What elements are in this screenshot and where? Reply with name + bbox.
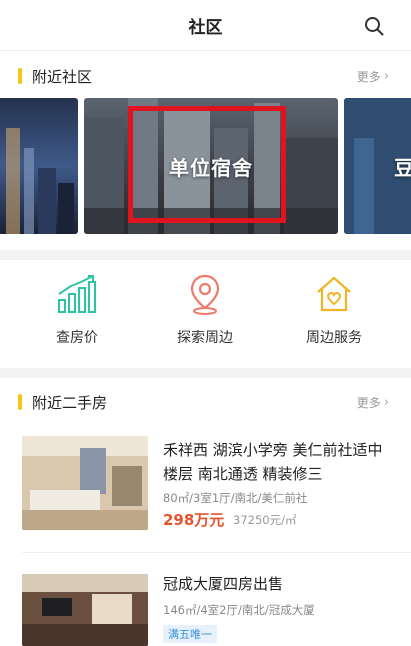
section-divider xyxy=(0,368,411,378)
more-label: 更多 xyxy=(356,395,381,410)
community-card[interactable] xyxy=(0,98,78,234)
chevron-right-icon: › xyxy=(383,394,389,410)
nearby-community-title: 附近社区 xyxy=(32,67,93,86)
listing-title: 禾祥西 湖滨小学旁 美仁前社适中楼层 南北通透 精装修三 xyxy=(163,441,383,483)
header-divider xyxy=(0,50,411,51)
nearby-secondhand-header: 附近二手房 更多 › xyxy=(0,382,411,422)
house-heart-icon xyxy=(317,276,351,312)
quick-links: 查房价 探索周边 周边服务 xyxy=(0,272,411,362)
living-room-image xyxy=(22,436,148,530)
quick-link-services[interactable]: 周边服务 xyxy=(274,272,394,347)
nearby-community-header: 附近社区 更多 › xyxy=(0,56,411,96)
section-accent-bar xyxy=(18,394,22,410)
listing-divider xyxy=(22,552,411,553)
quick-link-label: 探索周边 xyxy=(177,330,233,346)
more-label: 更多 xyxy=(356,69,381,84)
map-pin-icon xyxy=(190,274,220,315)
listing-meta: 80㎡/3室1厅/南北/美仁前社 xyxy=(163,491,308,505)
listing-photo xyxy=(22,574,148,646)
listing-item[interactable]: 冠成大厦四房出售 146㎡/4室2厅/南北/冠成大厦 满五唯一 xyxy=(0,566,411,646)
listing-tag: 满五唯一 xyxy=(163,625,217,643)
section-divider xyxy=(0,250,411,260)
quick-link-house-price[interactable]: 查房价 xyxy=(17,272,137,347)
listing-item[interactable]: 禾祥西 湖滨小学旁 美仁前社适中楼层 南北通透 精装修三 80㎡/3室1厅/南北… xyxy=(0,432,411,554)
quick-link-explore[interactable]: 探索周边 xyxy=(145,272,265,347)
community-card-label: 豆 xyxy=(394,156,411,180)
listing-title: 冠成大厦四房出售 xyxy=(163,575,284,593)
highlight-annotation xyxy=(128,106,286,223)
quick-link-label: 查房价 xyxy=(56,330,98,346)
page-title: 社区 xyxy=(188,17,223,38)
chevron-right-icon: › xyxy=(383,68,389,84)
listing-meta: 146㎡/4室2厅/南北/冠成大厦 xyxy=(163,603,315,617)
bar-chart-trend-icon xyxy=(58,275,96,313)
quick-link-label: 周边服务 xyxy=(306,330,362,346)
nearby-secondhand-more-link[interactable]: 更多 › xyxy=(357,394,389,411)
living-room-image xyxy=(22,574,148,646)
community-card[interactable]: 豆 xyxy=(344,98,411,234)
nearby-secondhand-title: 附近二手房 xyxy=(32,393,108,412)
top-bar: 社区 xyxy=(0,0,411,50)
listing-price: 298万元 xyxy=(163,511,225,529)
section-accent-bar xyxy=(18,68,22,84)
listing-photo xyxy=(22,436,148,530)
search-icon[interactable] xyxy=(363,15,385,37)
listing-unit-price: 37250元/㎡ xyxy=(233,513,297,527)
nearby-community-more-link[interactable]: 更多 › xyxy=(357,68,389,85)
city-skyline-image xyxy=(6,128,74,234)
